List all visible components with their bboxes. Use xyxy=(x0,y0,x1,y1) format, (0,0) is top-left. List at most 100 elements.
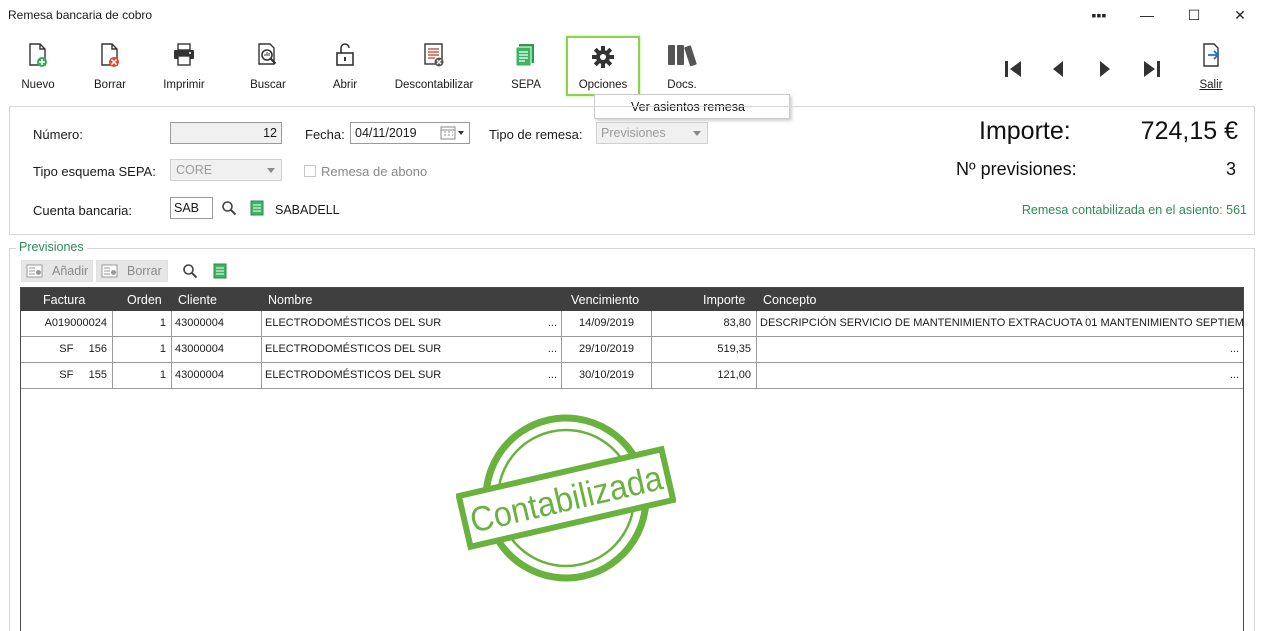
gear-icon xyxy=(592,46,614,68)
table-row[interactable]: SF 156 1 43000004 ELECTRODOMÉSTICOS DEL … xyxy=(21,337,1243,363)
borrar-label: Borrar xyxy=(94,79,126,91)
buscar-label: Buscar xyxy=(250,79,286,91)
grid-header: Factura Orden Cliente Nombre Vencimiento… xyxy=(21,288,1243,311)
descontabilizar-button[interactable]: Descontabilizar xyxy=(394,36,474,96)
cell-concepto: ... xyxy=(1229,369,1239,381)
search-icon[interactable] xyxy=(221,200,237,216)
cell-importe: 121,00 xyxy=(652,363,757,388)
cell-concepto: DESCRIPCIÓN SERVICIO DE MANTENIMIENTO EX… xyxy=(760,317,1243,329)
next-record-icon[interactable] xyxy=(1096,58,1114,80)
cell-vencimiento: 14/09/2019 xyxy=(562,311,652,336)
table-row[interactable]: SF 155 1 43000004 ELECTRODOMÉSTICOS DEL … xyxy=(21,363,1243,389)
add-row-icon xyxy=(26,264,43,278)
numero-field[interactable]: 12 xyxy=(170,122,282,144)
maximize-button[interactable]: ☐ xyxy=(1171,0,1217,30)
column-header-factura[interactable]: Factura xyxy=(43,293,85,307)
buscar-button[interactable]: Buscar xyxy=(246,36,290,96)
cell-orden: 1 xyxy=(113,337,172,362)
chevron-down-icon xyxy=(267,168,275,173)
imprimir-label: Imprimir xyxy=(163,79,205,91)
docs-label: Docs. xyxy=(667,79,697,91)
previsiones-count-value: 3 xyxy=(1225,159,1236,179)
cuenta-label: Cuenta bancaria: xyxy=(33,203,133,218)
contabilizada-stamp: Contabilizada xyxy=(456,414,676,582)
books-icon xyxy=(668,45,697,67)
column-header-importe[interactable]: Importe xyxy=(703,293,745,307)
opciones-button[interactable]: Opciones xyxy=(566,36,640,96)
exit-icon xyxy=(1203,43,1220,67)
cuenta-value: SAB xyxy=(174,201,200,215)
cell-factura: SF 156 xyxy=(21,337,113,362)
search-icon[interactable] xyxy=(182,263,198,279)
fecha-field[interactable]: 04/11/2019 xyxy=(350,122,470,144)
delete-row-icon xyxy=(101,264,118,278)
imprimir-button[interactable]: Imprimir xyxy=(160,36,208,96)
last-record-icon[interactable] xyxy=(1141,58,1163,80)
tipo-esquema-select[interactable]: CORE xyxy=(170,159,282,181)
fecha-value: 04/11/2019 xyxy=(355,126,417,140)
salir-button[interactable]: Salir xyxy=(1192,36,1230,96)
window-title: Remesa bancaria de cobro xyxy=(8,8,153,22)
minimize-button[interactable]: — xyxy=(1124,0,1170,30)
abrir-button[interactable]: Abrir xyxy=(326,36,364,96)
cell-cliente: 43000004 xyxy=(172,363,262,388)
chevron-down-icon xyxy=(693,131,701,136)
unlock-icon xyxy=(336,43,354,66)
green-document-icon[interactable] xyxy=(213,263,227,279)
importe-label: Importe: xyxy=(979,117,1071,145)
importe-value: 724,15 € xyxy=(1140,117,1238,145)
numero-label: Número: xyxy=(33,127,83,142)
abrir-label: Abrir xyxy=(332,79,358,91)
remesa-abono-label: Remesa de abono xyxy=(321,164,428,179)
previsiones-count-label: Nº previsiones: xyxy=(956,159,1077,179)
cell-cliente: 43000004 xyxy=(172,337,262,362)
column-header-orden[interactable]: Orden xyxy=(127,293,162,307)
nuevo-label: Nuevo xyxy=(21,79,55,91)
green-document-icon[interactable] xyxy=(250,200,264,216)
opciones-label: Opciones xyxy=(578,79,628,91)
cell-orden: 1 xyxy=(113,311,172,336)
cell-vencimiento: 29/10/2019 xyxy=(562,337,652,362)
calendar-icon[interactable] xyxy=(440,126,466,140)
cell-nombre: ELECTRODOMÉSTICOS DEL SUR... xyxy=(262,337,562,362)
cell-cliente: 43000004 xyxy=(172,311,262,336)
cell-nombre: ELECTRODOMÉSTICOS DEL SUR... xyxy=(262,363,562,388)
sepa-label: SEPA xyxy=(511,79,541,91)
toolbar: Nuevo Borrar Imprimir Buscar Abrir Desco… xyxy=(0,36,1263,98)
tipo-remesa-label: Tipo de remesa: xyxy=(489,127,583,142)
salir-label: Salir xyxy=(1199,79,1223,91)
tipo-remesa-select[interactable]: Previsiones xyxy=(596,122,708,144)
column-header-vencimiento[interactable]: Vencimiento xyxy=(571,293,639,307)
column-header-cliente[interactable]: Cliente xyxy=(178,293,217,307)
uncount-document-icon xyxy=(424,43,444,67)
descontabilizar-label: Descontabilizar xyxy=(394,79,474,91)
cell-nombre: ELECTRODOMÉSTICOS DEL SUR... xyxy=(262,311,562,336)
fecha-label: Fecha: xyxy=(305,127,345,142)
remesa-abono-checkbox[interactable] xyxy=(304,165,316,177)
anadir-button[interactable]: Añadir xyxy=(21,260,93,282)
cell-importe: 519,35 xyxy=(652,337,757,362)
previous-record-icon[interactable] xyxy=(1050,58,1068,80)
column-header-concepto[interactable]: Concepto xyxy=(763,293,817,307)
more-options-icon[interactable]: ▪▪▪ xyxy=(1076,0,1122,30)
new-document-icon xyxy=(29,43,47,67)
close-button[interactable]: ✕ xyxy=(1217,0,1263,30)
borrar-button[interactable]: Borrar xyxy=(88,36,132,96)
cuenta-field[interactable]: SAB xyxy=(170,197,213,219)
printer-icon xyxy=(174,43,194,66)
anadir-label: Añadir xyxy=(52,264,89,278)
search-document-icon xyxy=(258,43,277,65)
cell-factura: SF 155 xyxy=(21,363,113,388)
tipo-esquema-value: CORE xyxy=(176,163,213,177)
cuenta-name: SABADELL xyxy=(275,203,340,217)
first-record-icon[interactable] xyxy=(1003,58,1025,80)
column-header-nombre[interactable]: Nombre xyxy=(268,293,312,307)
sepa-button[interactable]: SEPA xyxy=(510,36,542,96)
nuevo-button[interactable]: Nuevo xyxy=(14,36,62,96)
cell-factura: A019000024 xyxy=(21,311,113,336)
contabilizada-text: Remesa contabilizada en el asiento: 561 xyxy=(1021,203,1247,217)
docs-button[interactable]: Docs. xyxy=(662,36,702,96)
table-row[interactable]: A019000024 1 43000004 ELECTRODOMÉSTICOS … xyxy=(21,311,1243,337)
cell-importe: 83,80 xyxy=(652,311,757,336)
borrar-row-button[interactable]: Borrar xyxy=(96,260,168,282)
